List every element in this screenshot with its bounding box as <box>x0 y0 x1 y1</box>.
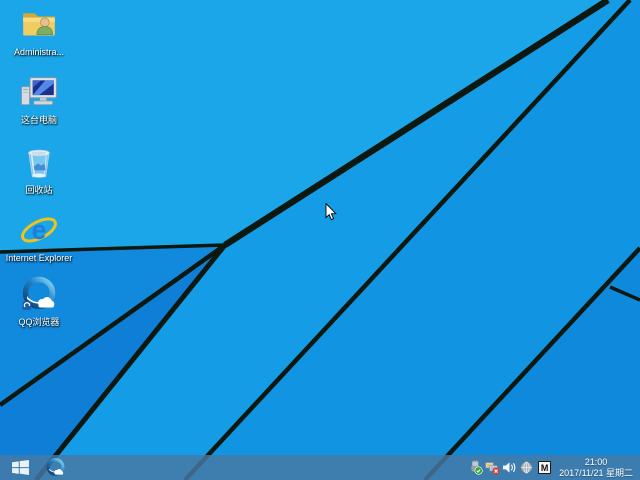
clock-time: 21:00 <box>584 456 608 467</box>
input-method-letter: M <box>540 462 549 473</box>
ie-e-glyph: e <box>31 215 46 245</box>
windows-logo-icon <box>11 460 29 475</box>
volume-icon[interactable] <box>502 455 517 480</box>
internet-explorer-icon: e <box>19 212 59 250</box>
desktop-icon-recycle-bin[interactable]: 回收站 <box>0 142 78 198</box>
clock-date: 2017/11/21 星期二 <box>559 467 633 478</box>
desktop-icon-label: Internet Explorer <box>5 253 73 263</box>
desktop-icon-qq-browser[interactable]: QQ浏览器 <box>0 274 78 330</box>
mouse-cursor <box>325 203 337 221</box>
system-tray: M 21:00 2017/11/21 星期二 <box>468 455 640 480</box>
administrator-folder-icon <box>20 6 58 44</box>
desktop-icon-label: QQ浏览器 <box>18 317 60 327</box>
desktop-icon-this-pc[interactable]: 这台电脑 <box>0 72 78 128</box>
language-globe-icon[interactable] <box>519 455 534 480</box>
network-disconnected-icon[interactable] <box>485 455 500 480</box>
taskbar-clock[interactable]: 21:00 2017/11/21 星期二 <box>555 457 637 479</box>
taskbar-item-qq-browser[interactable] <box>40 455 70 480</box>
safely-remove-hardware-icon[interactable] <box>468 455 483 480</box>
input-method-indicator[interactable]: M <box>538 461 552 474</box>
desktop-icon-administrator[interactable]: Administra... <box>0 4 78 60</box>
taskbar: M 21:00 2017/11/21 星期二 <box>0 455 640 480</box>
desktop-icon-column: Administra... 这台电脑 回收站 e Internet Explor… <box>0 4 78 330</box>
this-pc-icon <box>20 74 58 112</box>
qq-browser-icon <box>46 458 64 476</box>
desktop-icon-label: 回收站 <box>25 185 53 195</box>
desktop-icon-internet-explorer[interactable]: e Internet Explorer <box>0 210 78 266</box>
desktop-icon-label: 这台电脑 <box>20 115 57 125</box>
qq-browser-icon <box>19 276 59 314</box>
recycle-bin-icon <box>20 144 58 182</box>
desktop: Administra... 这台电脑 回收站 e Internet Explor… <box>0 0 640 480</box>
desktop-icon-label: Administra... <box>13 47 64 57</box>
start-button[interactable] <box>0 455 40 480</box>
wallpaper-windows81-lines <box>0 0 640 480</box>
